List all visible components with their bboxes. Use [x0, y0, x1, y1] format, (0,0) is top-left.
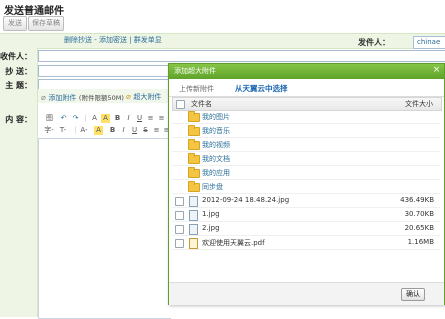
column-filename: 文件名: [191, 100, 212, 108]
page-title: 发送普通邮件: [4, 6, 64, 17]
folder-name[interactable]: 我的图片: [202, 112, 230, 122]
tab-cloud-select[interactable]: 从天翼云中选择: [235, 83, 288, 94]
file-row[interactable]: 1.jpg 30.70KB: [172, 208, 440, 222]
image-file-icon: [189, 210, 198, 221]
file-checkbox[interactable]: [175, 239, 184, 248]
file-size: 1.16MB: [407, 238, 434, 246]
background-color-icon[interactable]: A: [94, 126, 103, 135]
paperclip-icon: ⌀: [126, 92, 131, 101]
folder-row[interactable]: 我的音乐: [172, 124, 440, 138]
editor-toolbar: 图 ↶ ↷ | A A B I U ≡ ≡ 字- T- | A- A B I U…: [38, 112, 172, 138]
folder-row[interactable]: 我的文档: [172, 152, 440, 166]
dialog-title: 添加超大附件: [174, 67, 216, 75]
folder-icon: [188, 111, 200, 122]
underline-icon[interactable]: U: [130, 126, 139, 135]
insert-image-icon[interactable]: 图: [45, 114, 54, 123]
font-size-icon[interactable]: T-: [58, 126, 68, 135]
add-attachment-link[interactable]: ⌀ 添加附件 (附件限额50M): [41, 92, 124, 103]
confirm-button[interactable]: 确认: [401, 288, 425, 301]
folder-icon: [188, 167, 200, 178]
content-editor[interactable]: [38, 138, 171, 319]
sender-label: 发件人：: [358, 38, 390, 47]
dialog-footer: 确认: [169, 282, 444, 305]
highlight-icon[interactable]: A: [101, 114, 110, 123]
undo-icon[interactable]: ↶: [59, 114, 68, 123]
list-icon[interactable]: ≡: [152, 126, 161, 135]
file-row[interactable]: 欢迎使用天翼云.pdf 1.16MB: [172, 236, 440, 250]
italic-icon[interactable]: I: [119, 126, 128, 135]
file-size: 30.70KB: [404, 210, 434, 218]
file-checkbox[interactable]: [175, 197, 184, 206]
super-attachment-dialog: 添加超大附件 × 上传新附件 从天翼云中选择 文件名 文件大小 我的图片 我的音…: [168, 63, 445, 305]
redo-icon[interactable]: ↷: [71, 114, 80, 123]
add-attachment-label: 添加附件: [48, 94, 77, 102]
text-color-icon[interactable]: A-: [79, 126, 89, 135]
file-row[interactable]: 2012-09-24 18.48.24.jpg 436.49KB: [172, 194, 440, 208]
image-file-icon: [189, 196, 198, 207]
dialog-tabs: 上传新附件 从天翼云中选择: [169, 80, 444, 97]
close-icon[interactable]: ×: [432, 66, 441, 75]
to-field[interactable]: [38, 50, 445, 62]
dialog-titlebar: 添加超大附件 ×: [169, 64, 444, 79]
folder-name[interactable]: 我的应用: [202, 168, 230, 178]
folder-icon: [188, 153, 200, 164]
save-draft-button[interactable]: 保存草稿: [28, 16, 64, 31]
attachment-limit: (附件限额50M): [78, 94, 124, 102]
column-filesize: 文件大小: [405, 100, 433, 108]
send-button[interactable]: 发送: [3, 16, 27, 31]
tab-upload-new[interactable]: 上传新附件: [179, 84, 214, 94]
file-name: 2012-09-24 18.48.24.jpg: [202, 196, 290, 204]
align-center-icon[interactable]: ≡: [157, 114, 166, 123]
file-name: 2.jpg: [202, 224, 220, 232]
folder-name[interactable]: 同步盘: [202, 182, 223, 192]
file-checkbox[interactable]: [175, 211, 184, 220]
folder-icon: [188, 139, 200, 150]
bold-icon[interactable]: B: [108, 126, 117, 135]
folder-name[interactable]: 我的音乐: [202, 126, 230, 136]
font-color-icon[interactable]: A: [90, 114, 99, 123]
content-label: 内 容：: [5, 115, 32, 124]
italic-icon[interactable]: I: [124, 114, 133, 123]
subject-label: 主 题：: [5, 81, 32, 90]
file-table-header: 文件名 文件大小: [172, 97, 442, 111]
file-row[interactable]: 2.jpg 20.65KB: [172, 222, 440, 236]
folder-icon: [188, 181, 200, 192]
paperclip-icon: ⌀: [41, 93, 46, 102]
cc-label: 抄 送：: [5, 67, 32, 76]
align-left-icon[interactable]: ≡: [146, 114, 155, 123]
folder-name[interactable]: 我的视频: [202, 140, 230, 150]
file-size: 20.65KB: [404, 224, 434, 232]
file-size: 436.49KB: [400, 196, 434, 204]
folder-row[interactable]: 我的图片: [172, 110, 440, 124]
folder-row[interactable]: 同步盘: [172, 180, 440, 194]
folder-icon: [188, 125, 200, 136]
super-attachment-link[interactable]: ⌀ 超大附件: [126, 92, 161, 102]
folder-row[interactable]: 我的视频: [172, 138, 440, 152]
file-checkbox[interactable]: [175, 225, 184, 234]
bold-icon[interactable]: B: [113, 114, 122, 123]
cc-bcc-links[interactable]: 删除抄送 - 添加密送 | 群发单显: [64, 35, 162, 45]
file-name: 1.jpg: [202, 210, 220, 218]
to-label: 收件人：: [0, 52, 32, 61]
sender-select[interactable]: chinae: [413, 36, 445, 49]
pdf-file-icon: [189, 238, 198, 249]
super-attachment-label: 超大附件: [133, 93, 162, 101]
image-file-icon: [189, 224, 198, 235]
font-family-icon[interactable]: 字-: [43, 126, 55, 135]
toolbar-divider: |: [84, 114, 87, 122]
underline-icon[interactable]: U: [135, 114, 144, 123]
file-name: 欢迎使用天翼云.pdf: [202, 239, 265, 247]
folder-name[interactable]: 我的文档: [202, 154, 230, 164]
select-all-checkbox[interactable]: [176, 100, 185, 109]
strikethrough-icon[interactable]: S: [141, 126, 150, 135]
folder-row[interactable]: 我的应用: [172, 166, 440, 180]
